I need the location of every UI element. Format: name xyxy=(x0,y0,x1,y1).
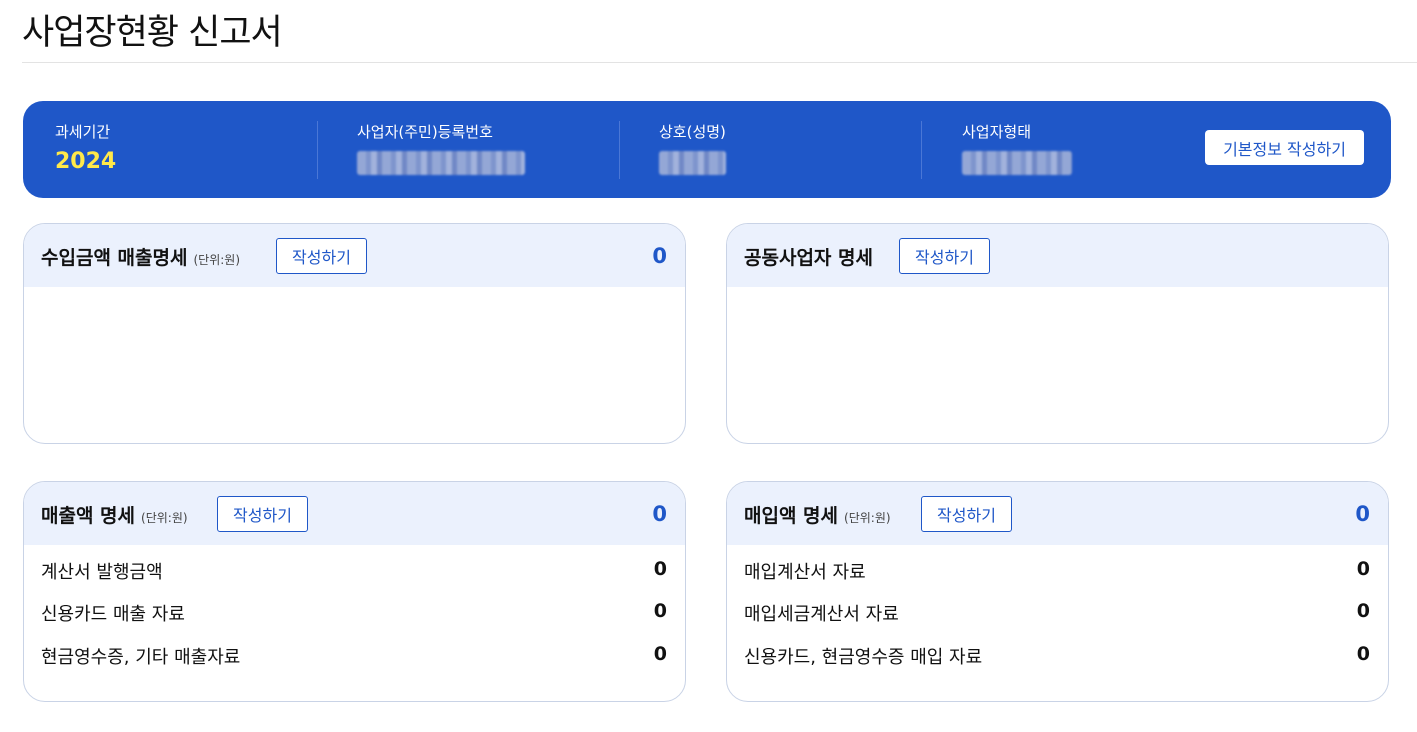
income-total: 0 xyxy=(652,244,667,268)
sales-amount-card: 매출액 명세 (단위:원) 작성하기 0 계산서 발행금액 0 신용카드 매출 자… xyxy=(23,481,686,702)
card-title: 공동사업자 명세 xyxy=(744,243,873,270)
row-value: 0 xyxy=(653,558,667,580)
title-divider xyxy=(22,62,1417,63)
card-title-text: 매입액 명세 xyxy=(744,505,839,527)
row-label: 매입세금계산서 자료 xyxy=(744,604,899,625)
tax-period-value: 2024 xyxy=(55,149,117,174)
page-title: 사업장현황 신고서 xyxy=(22,13,283,53)
list-item: 신용카드 매출 자료 0 xyxy=(41,600,667,626)
row-label: 현금영수증, 기타 매출자료 xyxy=(41,647,241,668)
registration-value-redacted xyxy=(357,151,525,175)
company-label: 상호(성명) xyxy=(659,123,726,141)
card-header: 매입액 명세 (단위:원) 작성하기 0 xyxy=(727,482,1388,545)
row-label: 신용카드, 현금영수증 매입 자료 xyxy=(744,647,983,668)
unit-label: (단위:원) xyxy=(141,511,188,525)
registration-label: 사업자(주민)등록번호 xyxy=(357,123,493,141)
purchase-write-button[interactable]: 작성하기 xyxy=(921,496,1012,532)
card-title-text: 수입금액 매출명세 xyxy=(41,247,188,269)
row-value: 0 xyxy=(653,600,667,622)
list-item: 계산서 발행금액 0 xyxy=(41,558,667,584)
business-type-label: 사업자형태 xyxy=(962,123,1032,141)
list-item: 신용카드, 현금영수증 매입 자료 0 xyxy=(744,643,1370,669)
card-title: 수입금액 매출명세 (단위:원) xyxy=(41,243,240,270)
row-value: 0 xyxy=(653,643,667,665)
partners-write-button[interactable]: 작성하기 xyxy=(899,238,990,274)
divider xyxy=(317,121,318,179)
unit-label: (단위:원) xyxy=(844,511,891,525)
row-label: 계산서 발행금액 xyxy=(41,562,163,583)
divider xyxy=(619,121,620,179)
row-value: 0 xyxy=(1356,643,1370,665)
card-title-text: 공동사업자 명세 xyxy=(744,247,873,269)
row-label: 신용카드 매출 자료 xyxy=(41,604,185,625)
card-title-text: 매출액 명세 xyxy=(41,505,136,527)
card-title: 매입액 명세 (단위:원) xyxy=(744,501,891,528)
company-value-redacted xyxy=(659,151,726,175)
unit-label: (단위:원) xyxy=(193,253,240,267)
basic-info-bar: 과세기간 2024 사업자(주민)등록번호 상호(성명) 사업자형태 기본정보 … xyxy=(23,101,1391,198)
card-header: 공동사업자 명세 작성하기 xyxy=(727,224,1388,287)
row-label: 매입계산서 자료 xyxy=(744,562,866,583)
income-sales-card: 수입금액 매출명세 (단위:원) 작성하기 0 xyxy=(23,223,686,444)
list-item: 매입계산서 자료 0 xyxy=(744,558,1370,584)
purchase-total: 0 xyxy=(1355,502,1370,526)
divider xyxy=(921,121,922,179)
card-title: 매출액 명세 (단위:원) xyxy=(41,501,188,528)
card-header: 수입금액 매출명세 (단위:원) 작성하기 0 xyxy=(24,224,685,287)
row-value: 0 xyxy=(1356,600,1370,622)
sales-write-button[interactable]: 작성하기 xyxy=(217,496,308,532)
card-header: 매출액 명세 (단위:원) 작성하기 0 xyxy=(24,482,685,545)
list-item: 매입세금계산서 자료 0 xyxy=(744,600,1370,626)
row-value: 0 xyxy=(1356,558,1370,580)
list-item: 현금영수증, 기타 매출자료 0 xyxy=(41,643,667,669)
tax-period-label: 과세기간 xyxy=(55,123,111,141)
business-type-value-redacted xyxy=(962,151,1072,175)
purchase-amount-card: 매입액 명세 (단위:원) 작성하기 0 매입계산서 자료 0 매입세금계산서 자… xyxy=(726,481,1389,702)
co-business-partner-card: 공동사업자 명세 작성하기 xyxy=(726,223,1389,444)
basic-info-write-button[interactable]: 기본정보 작성하기 xyxy=(1205,130,1364,165)
sales-total: 0 xyxy=(652,502,667,526)
income-write-button[interactable]: 작성하기 xyxy=(276,238,367,274)
